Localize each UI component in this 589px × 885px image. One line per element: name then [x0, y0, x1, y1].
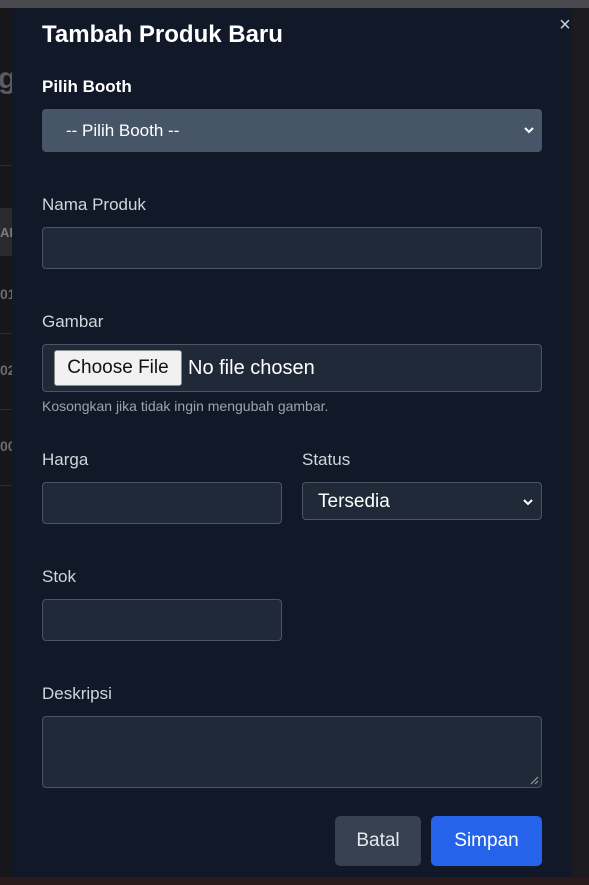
- price-label: Harga: [42, 450, 89, 469]
- chevron-down-icon: [524, 127, 534, 134]
- description-label: Deskripsi: [42, 684, 112, 703]
- price-input[interactable]: [42, 482, 282, 524]
- booth-select-value: -- Pilih Booth --: [66, 121, 180, 140]
- product-name-label: Nama Produk: [42, 195, 146, 214]
- status-select[interactable]: Tersedia: [302, 482, 542, 520]
- file-status-text: No file chosen: [188, 357, 315, 379]
- resize-handle-icon[interactable]: [530, 776, 539, 785]
- choose-file-button[interactable]: Choose File: [54, 350, 182, 386]
- cancel-button[interactable]: Batal: [335, 816, 421, 866]
- stock-label: Stok: [42, 567, 77, 586]
- status-label: Status: [302, 450, 351, 469]
- status-select-value: Tersedia: [318, 491, 390, 512]
- window-bottom-bar: [0, 877, 589, 885]
- booth-select[interactable]: -- Pilih Booth --: [42, 109, 542, 152]
- image-file-input[interactable]: Choose File No file chosen: [42, 344, 542, 392]
- close-button[interactable]: ×: [556, 15, 574, 35]
- product-name-input[interactable]: [42, 227, 542, 269]
- background-right-strip: [572, 8, 589, 877]
- modal-title: Tambah Produk Baru: [42, 21, 283, 48]
- image-label: Gambar: [42, 312, 104, 331]
- description-textarea[interactable]: [42, 716, 542, 788]
- chevron-down-icon: [523, 499, 533, 506]
- window-top-bar: [0, 0, 589, 8]
- booth-label: Pilih Booth: [42, 77, 132, 96]
- save-button[interactable]: Simpan: [431, 816, 542, 866]
- image-hint: Kosongkan jika tidak ingin mengubah gamb…: [42, 398, 329, 414]
- stock-input[interactable]: [42, 599, 282, 641]
